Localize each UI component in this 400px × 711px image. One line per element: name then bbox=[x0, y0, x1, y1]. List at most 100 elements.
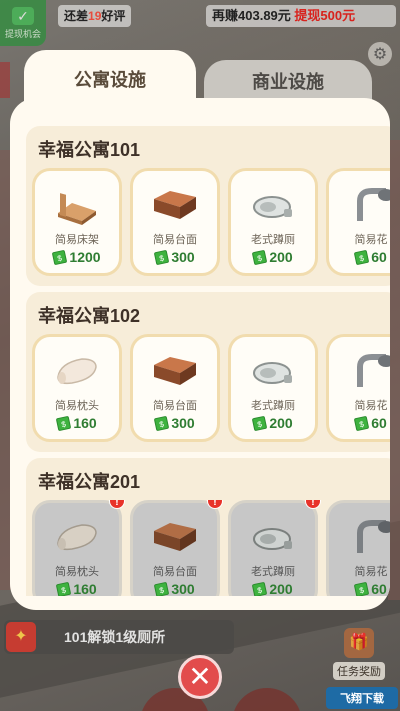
item-price: $ 300 bbox=[133, 415, 217, 431]
cash-icon: $ bbox=[353, 249, 370, 265]
item-price: $ 300 bbox=[133, 249, 217, 265]
close-button[interactable]: ✕ bbox=[178, 655, 222, 699]
withdraw-chance-button[interactable]: ✓ 提现机会 bbox=[0, 0, 46, 46]
settings-gear-icon[interactable]: ⚙ bbox=[368, 42, 392, 66]
task-reward-button[interactable]: 🎁 任务奖励 bbox=[330, 628, 388, 680]
cash-icon: $ bbox=[154, 249, 170, 265]
item-price: $ 160 bbox=[35, 415, 119, 431]
price-amount: 160 bbox=[73, 415, 97, 431]
item-name: 简易枕头 bbox=[55, 566, 99, 578]
watermark-logo: 飞翔下载 bbox=[326, 687, 398, 709]
item-price: $ 200 bbox=[231, 581, 315, 596]
background-sign bbox=[0, 62, 10, 98]
item-card[interactable]: 简易台面 $ 300 bbox=[130, 334, 220, 442]
unlock-hint-text: 101解锁1级厕所 bbox=[64, 629, 166, 645]
cash-icon: $ bbox=[353, 415, 370, 431]
cash-icon: $ bbox=[52, 249, 68, 265]
alert-icon: ! bbox=[109, 500, 125, 509]
section-title: 幸福公寓101 bbox=[38, 140, 141, 160]
apartment-section: 幸福公寓102 简易枕头 $ 160 简易台面 $ 300 老式蹲厕 $ 200… bbox=[26, 292, 390, 452]
item-card[interactable]: 简易床架 $ 1200 bbox=[32, 168, 122, 276]
alert-icon: ! bbox=[305, 500, 321, 509]
item-name: 简易台面 bbox=[153, 400, 197, 412]
price-amount: 300 bbox=[171, 415, 195, 431]
item-row: 简易枕头 $ 160 简易台面 $ 300 老式蹲厕 $ 200 简易花 $ 6… bbox=[32, 334, 390, 446]
withdraw-progress-badge[interactable]: 再赚403.89元 提现500元 bbox=[206, 5, 396, 27]
earn-prefix: 再赚 bbox=[212, 8, 239, 23]
gift-icon: 🎁 bbox=[344, 628, 374, 658]
check-icon: ✓ bbox=[12, 6, 34, 25]
item-name: 老式蹲厕 bbox=[251, 400, 295, 412]
item-card[interactable]: 简易台面 $ 300 bbox=[130, 168, 220, 276]
facilities-scroll-list[interactable]: 幸福公寓101 简易床架 $ 1200 简易台面 $ 300 老式蹲厕 $ 20… bbox=[18, 120, 390, 596]
price-amount: 60 bbox=[371, 249, 387, 265]
cash-icon: $ bbox=[252, 249, 268, 265]
apartment-section: 幸福公寓201 ! 简易枕头 $ 160 ! 简易台面 $ 300 ! 老式蹲厕… bbox=[26, 458, 390, 596]
alert-icon: ! bbox=[207, 500, 223, 509]
counter-icon bbox=[154, 357, 196, 385]
item-card[interactable]: 简易花 $ 60 bbox=[326, 334, 390, 442]
withdraw-chance-label: 提现机会 bbox=[4, 28, 41, 39]
pillow-icon bbox=[57, 524, 97, 551]
shower-icon bbox=[357, 188, 390, 221]
watermark-text: 飞翔下载 bbox=[340, 693, 384, 705]
review-suffix: 好评 bbox=[101, 9, 126, 23]
item-name: 老式蹲厕 bbox=[251, 234, 295, 246]
item-card[interactable]: 简易枕头 $ 160 bbox=[32, 334, 122, 442]
item-price: $ 200 bbox=[231, 249, 315, 265]
item-price: $ 60 bbox=[329, 249, 390, 265]
review-progress-badge: 还差19好评 bbox=[58, 5, 132, 27]
bed-frame-icon bbox=[58, 193, 96, 225]
item-name: 简易花 bbox=[354, 566, 388, 578]
counter-icon bbox=[154, 523, 196, 551]
review-prefix: 还差 bbox=[64, 9, 89, 23]
withdraw-target: 提现500元 bbox=[294, 8, 356, 23]
cash-icon: $ bbox=[252, 581, 268, 596]
item-name: 老式蹲厕 bbox=[251, 566, 295, 578]
item-card[interactable]: 老式蹲厕 $ 200 bbox=[228, 334, 318, 442]
item-price: $ 200 bbox=[231, 415, 315, 431]
squat-toilet-icon bbox=[253, 362, 292, 384]
item-price: $ 1200 bbox=[35, 249, 119, 265]
cash-icon: $ bbox=[154, 581, 170, 596]
item-price: $ 300 bbox=[133, 581, 217, 596]
earn-amount: 403.89元 bbox=[238, 8, 291, 23]
task-reward-label: 任务奖励 bbox=[333, 662, 385, 680]
price-amount: 60 bbox=[371, 415, 387, 431]
cash-icon: $ bbox=[252, 415, 268, 431]
item-name: 简易花 bbox=[354, 234, 388, 246]
close-icon: ✕ bbox=[188, 661, 212, 692]
item-price: $ 60 bbox=[329, 581, 390, 596]
review-count: 19 bbox=[88, 9, 102, 23]
item-row: 简易床架 $ 1200 简易台面 $ 300 老式蹲厕 $ 200 简易花 $ … bbox=[32, 168, 390, 280]
item-price: $ 160 bbox=[35, 581, 119, 596]
item-name: 简易枕头 bbox=[55, 400, 99, 412]
counter-icon bbox=[154, 191, 196, 219]
item-card-locked[interactable]: ! 简易枕头 $ 160 bbox=[32, 500, 125, 596]
item-price: $ 60 bbox=[329, 415, 390, 431]
cash-icon: $ bbox=[154, 415, 170, 431]
item-card-locked[interactable]: ! 简易台面 $ 300 bbox=[130, 500, 223, 596]
item-card-locked[interactable]: ! 老式蹲厕 $ 200 bbox=[228, 500, 321, 596]
price-amount: 60 bbox=[371, 581, 387, 596]
pillow-icon bbox=[57, 358, 97, 385]
item-name: 简易台面 bbox=[153, 566, 197, 578]
shower-icon bbox=[357, 520, 390, 553]
price-amount: 200 bbox=[269, 249, 293, 265]
item-name: 简易床架 bbox=[55, 234, 99, 246]
item-card[interactable]: 简易花 $ 60 bbox=[326, 168, 390, 276]
price-amount: 300 bbox=[171, 249, 195, 265]
cash-icon: $ bbox=[56, 415, 72, 431]
item-name: 简易台面 bbox=[153, 234, 197, 246]
squat-toilet-icon bbox=[253, 528, 292, 550]
facilities-panel[interactable]: 幸福公寓101 简易床架 $ 1200 简易台面 $ 300 老式蹲厕 $ 20… bbox=[10, 98, 390, 610]
unlock-hint-bar[interactable]: ✦ 101解锁1级厕所 bbox=[4, 620, 234, 654]
price-amount: 200 bbox=[269, 581, 293, 596]
item-card-locked[interactable]: 简易花 $ 60 bbox=[326, 500, 390, 596]
price-amount: 300 bbox=[171, 581, 195, 596]
price-amount: 200 bbox=[269, 415, 293, 431]
item-card[interactable]: 老式蹲厕 $ 200 bbox=[228, 168, 318, 276]
apartment-section: 幸福公寓101 简易床架 $ 1200 简易台面 $ 300 老式蹲厕 $ 20… bbox=[26, 126, 390, 286]
squat-toilet-icon bbox=[253, 196, 292, 218]
price-amount: 1200 bbox=[69, 249, 101, 265]
